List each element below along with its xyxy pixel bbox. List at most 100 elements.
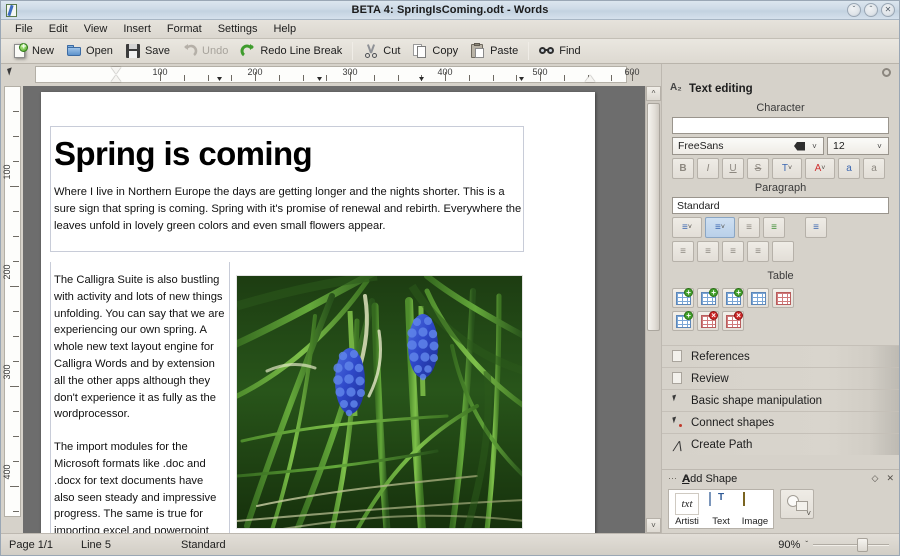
zoom-control[interactable]: 90% ˇ [778,538,889,552]
numbered-list-button[interactable]: ≡˅ [705,217,735,238]
image-shape-label: Image [742,516,768,527]
underline-button[interactable]: U [722,158,744,179]
redo-button-label: Redo Line Break [260,45,342,57]
menu-format[interactable]: Format [159,22,210,36]
paragraph-style-input[interactable]: Standard [672,197,889,214]
zoom-slider-thumb[interactable] [857,538,868,552]
minimize-button[interactable]: ˇ [847,3,861,17]
scroll-down-button[interactable]: ˅ [646,518,661,533]
right-indent-marker[interactable] [585,75,595,82]
align-left-button[interactable]: ≡ [672,241,694,262]
vruler-tick-200: 200 [2,264,12,279]
italic-button[interactable]: I [697,158,719,179]
status-bar: Page 1/1 Line 5 Standard 90% ˇ [1,533,899,555]
more-shapes-button[interactable]: ˅ [780,489,814,519]
paragraph-settings-button[interactable]: ≡ [805,217,827,238]
body-paragraph-2[interactable]: The import modules for the Microsoft for… [54,439,226,533]
chevron-down-icon[interactable]: ˅ [808,142,821,151]
insert-column-right-button[interactable]: + [722,288,744,308]
tool-review-label: Review [691,373,729,385]
inline-image-shape[interactable] [236,275,523,529]
menu-file[interactable]: File [7,22,41,36]
find-button[interactable]: Find [533,41,586,62]
decrease-indent-button[interactable]: ≡ [738,217,760,238]
new-button[interactable]: New [6,41,60,62]
scroll-thumb[interactable] [647,103,660,331]
align-extra-button[interactable] [772,241,794,262]
align-justify-button[interactable]: ≡ [747,241,769,262]
delete-row-button[interactable]: × [697,311,719,331]
menu-view[interactable]: View [76,22,116,36]
vertical-scrollbar[interactable]: ^ ˅ [645,86,661,533]
image-shape-button[interactable]: Image [738,491,772,527]
save-button[interactable]: Save [119,41,176,62]
increase-font-size-button[interactable]: a [838,158,860,179]
vertical-ruler[interactable]: 100 200 300 400 [1,86,23,533]
clear-font-icon[interactable] [794,142,805,151]
insert-row-button[interactable]: + [672,311,694,331]
document-page[interactable]: Spring is coming Where I live in Norther… [41,92,595,533]
tool-create-path[interactable]: ⋀ Create Path [662,433,899,455]
tool-references[interactable]: References [662,345,899,367]
window-title: BETA 4: SpringIsComing.odt - Words [1,4,899,16]
document-body-column[interactable]: The Calligra Suite is also bustling with… [54,272,226,533]
insert-table-button[interactable]: + [672,288,694,308]
text-color-button[interactable]: T˅ [772,158,802,179]
menu-help[interactable]: Help [265,22,304,36]
cut-button[interactable]: Cut [357,41,406,62]
increase-indent-button[interactable]: ≡ [763,217,785,238]
document-heading[interactable]: Spring is coming [54,134,524,174]
delete-column-button[interactable]: × [722,311,744,331]
body-paragraph-1[interactable]: The Calligra Suite is also bustling with… [54,272,226,423]
bullet-list-button[interactable]: ≡˅ [672,217,702,238]
align-center-button[interactable]: ≡ [697,241,719,262]
left-indent-marker[interactable] [111,75,121,82]
tool-connect-shapes-label: Connect shapes [691,417,774,429]
document-canvas[interactable]: Spring is coming Where I live in Norther… [23,86,645,533]
character-style-input[interactable] [672,117,889,134]
insert-column-left-button[interactable]: + [697,288,719,308]
align-right-button[interactable]: ≡ [722,241,744,262]
first-line-indent-marker[interactable] [111,67,121,74]
font-size-combo[interactable]: 12 ˅ [827,137,889,155]
menu-insert[interactable]: Insert [115,22,159,36]
decrease-font-size-button[interactable]: a [863,158,885,179]
menu-settings[interactable]: Settings [210,22,266,36]
gear-icon[interactable] [882,68,891,77]
copy-button[interactable]: Copy [406,41,464,62]
merge-cells-button[interactable] [747,288,769,308]
redo-button[interactable]: Redo Line Break [234,41,348,62]
close-button[interactable]: ✕ [881,3,895,17]
highlight-color-button[interactable]: A˅ [805,158,835,179]
docker-top-bar [662,64,899,82]
strikethrough-button[interactable]: S [747,158,769,179]
font-family-value: FreeSans [678,140,794,152]
document-intro-paragraph[interactable]: Where I live in Northern Europe the days… [54,184,524,234]
text-shape-button[interactable]: Text [704,491,738,527]
zoom-slider[interactable] [813,538,889,552]
tool-review[interactable]: Review [662,367,899,389]
grip-icon[interactable]: ⋯ [668,473,677,484]
split-cells-button[interactable] [772,288,794,308]
float-docker-button[interactable]: ◇ [872,473,879,484]
close-docker-button[interactable]: ✕ [886,473,894,484]
chevron-down-icon[interactable]: ˇ [805,540,808,549]
maximize-button[interactable]: ˆ [864,3,878,17]
bold-button[interactable]: B [672,158,694,179]
horizontal-ruler[interactable]: 100 200 300 400 500 600 [23,64,645,86]
tool-connect-shapes[interactable]: Connect shapes [662,411,899,433]
artistic-text-shape-button[interactable]: txt Artisti [670,491,704,527]
tool-basic-shape-manipulation[interactable]: Basic shape manipulation [662,389,899,411]
add-shape-docker: ⋯ AAdd Shape ◇ ✕ txt Artisti [662,469,899,533]
font-family-combo[interactable]: FreeSans ˅ [672,137,824,155]
paste-button[interactable]: Paste [464,41,524,62]
open-button[interactable]: Open [60,41,119,62]
decrease-font-glyph: a [871,163,877,174]
main-area: 100 200 300 400 500 600 [1,64,899,533]
scroll-up-button[interactable]: ^ [646,86,661,101]
chevron-down-icon[interactable]: ˅ [873,142,886,151]
undo-button[interactable]: Undo [176,41,234,62]
scroll-track[interactable] [646,101,661,518]
new-document-icon [12,43,28,59]
menu-edit[interactable]: Edit [41,22,76,36]
